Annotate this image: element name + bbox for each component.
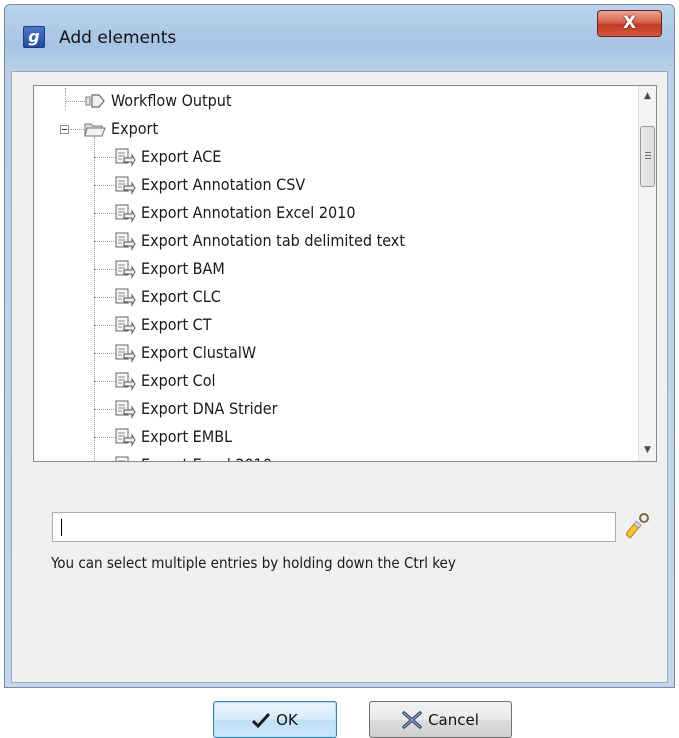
add-elements-dialog: g Add elements X Workflow Output Export Ex… bbox=[4, 4, 675, 738]
search-input[interactable] bbox=[52, 512, 616, 542]
tree-item-label: Export bbox=[111, 119, 159, 138]
tree-connector-line bbox=[70, 129, 84, 130]
tree-item[interactable]: Export ACE bbox=[34, 143, 634, 171]
app-logo-icon: g bbox=[23, 26, 45, 48]
checkmark-icon bbox=[252, 712, 271, 728]
tree-connector-line bbox=[94, 381, 116, 382]
tree-connector-line bbox=[94, 185, 116, 186]
tree-item[interactable]: Export CT bbox=[34, 311, 634, 339]
scroll-thumb[interactable] bbox=[640, 126, 655, 187]
tree-connector-line bbox=[94, 297, 116, 298]
export-tool-icon bbox=[114, 455, 136, 461]
tree-connector-line bbox=[94, 269, 116, 270]
dialog-body: Workflow Output Export Export ACE Export An… bbox=[11, 71, 668, 738]
tree-item-label: Export CLC bbox=[141, 287, 221, 306]
tree-connector-line bbox=[94, 409, 116, 410]
tree-item[interactable]: Export ClustalW bbox=[34, 339, 634, 367]
tree-connector-line bbox=[94, 437, 116, 438]
tree-item-label: Export Col bbox=[141, 371, 216, 390]
tree-item[interactable]: Export Excel 2010 bbox=[34, 451, 634, 461]
cancel-button[interactable]: Cancel bbox=[369, 701, 512, 738]
collapse-toggle-icon[interactable] bbox=[60, 125, 69, 134]
tree-item-label: Export ClustalW bbox=[141, 343, 257, 362]
element-tree[interactable]: Workflow Output Export Export ACE Export An… bbox=[33, 85, 657, 462]
tree-item[interactable]: Export Annotation CSV bbox=[34, 171, 634, 199]
tree-connector-line bbox=[65, 88, 66, 110]
tree-item-label: Workflow Output bbox=[111, 91, 232, 110]
tree-connector-line bbox=[94, 353, 116, 354]
title-bar[interactable]: g Add elements X bbox=[5, 5, 674, 71]
tree-item-label: Export Excel 2010 bbox=[141, 451, 272, 461]
thumb-grip-line bbox=[645, 158, 651, 159]
tree-item-label: Export Annotation tab delimited text bbox=[141, 231, 405, 250]
dialog-title: Add elements bbox=[59, 28, 177, 48]
tree-item-label: Export CT bbox=[141, 315, 212, 334]
tree-connector-line bbox=[94, 325, 116, 326]
tree-item[interactable]: Export DNA Strider bbox=[34, 395, 634, 423]
tree-item[interactable]: Export Col bbox=[34, 367, 634, 395]
tree-item-label: Export BAM bbox=[141, 259, 225, 278]
cancel-x-icon bbox=[402, 710, 422, 729]
scroll-up-arrow-icon[interactable]: ▲ bbox=[639, 88, 656, 105]
scroll-down-arrow-icon[interactable]: ▼ bbox=[639, 442, 656, 459]
tree-connector-line bbox=[94, 213, 116, 214]
close-button[interactable]: X bbox=[597, 10, 662, 37]
tree-item-label: Export Annotation Excel 2010 bbox=[141, 203, 356, 222]
tree-item-label: Export Annotation CSV bbox=[141, 175, 306, 194]
tree-item[interactable]: Export CLC bbox=[34, 283, 634, 311]
tree-item[interactable]: Export Annotation Excel 2010 bbox=[34, 199, 634, 227]
vertical-scrollbar[interactable]: ▲ ▼ bbox=[638, 86, 656, 461]
tree-item[interactable]: Export BAM bbox=[34, 255, 634, 283]
tree-connector-line bbox=[94, 137, 95, 461]
tree-item[interactable]: Export EMBL bbox=[34, 423, 634, 451]
ok-button[interactable]: OK bbox=[213, 701, 337, 738]
cancel-button-label: Cancel bbox=[428, 710, 479, 729]
close-icon: X bbox=[622, 13, 637, 33]
quick-search-icon[interactable] bbox=[625, 512, 650, 540]
tree-item-label: Export EMBL bbox=[141, 427, 233, 446]
tree-item-label: Export ACE bbox=[141, 147, 222, 166]
multi-select-hint: You can select multiple entries by holdi… bbox=[51, 554, 456, 572]
tree-item[interactable]: Export bbox=[34, 115, 634, 143]
ok-button-label: OK bbox=[276, 710, 298, 729]
tree-connector-line bbox=[94, 157, 116, 158]
tree-item[interactable]: Export Annotation tab delimited text bbox=[34, 227, 634, 255]
thumb-grip-line bbox=[645, 152, 651, 153]
tree-item[interactable]: Workflow Output bbox=[34, 87, 634, 115]
tree-connector-line bbox=[65, 101, 85, 102]
tree-item-label: Export DNA Strider bbox=[141, 399, 278, 418]
text-cursor bbox=[61, 519, 62, 536]
tree-connector-line bbox=[94, 241, 116, 242]
thumb-grip-line bbox=[645, 155, 651, 156]
